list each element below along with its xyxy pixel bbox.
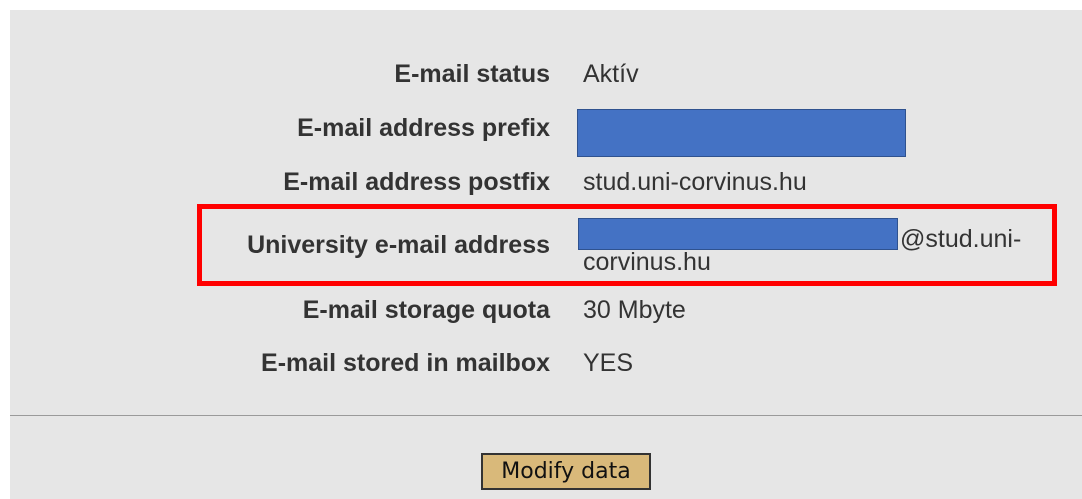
email-prefix-row: E-mail address prefix <box>10 109 1082 157</box>
stored-in-mailbox-value: YES <box>583 349 634 377</box>
email-postfix-value: stud.uni-corvinus.hu <box>583 168 807 196</box>
email-prefix-redaction <box>577 109 906 157</box>
stored-in-mailbox-label: E-mail stored in mailbox <box>261 349 550 377</box>
email-status-row: E-mail status Aktív <box>10 60 1082 100</box>
email-settings-panel: E-mail status Aktív E-mail address prefi… <box>10 10 1082 499</box>
email-postfix-row: E-mail address postfix stud.uni-corvinus… <box>10 168 1082 208</box>
storage-quota-label: E-mail storage quota <box>302 296 550 324</box>
highlight-box <box>197 204 1057 286</box>
email-postfix-label: E-mail address postfix <box>283 168 550 196</box>
modify-data-button[interactable]: Modify data <box>481 453 651 490</box>
storage-quota-row: E-mail storage quota 30 Mbyte <box>10 296 1082 336</box>
divider <box>10 415 1082 416</box>
email-prefix-label: E-mail address prefix <box>297 114 550 142</box>
storage-quota-value: 30 Mbyte <box>583 296 686 324</box>
email-status-value: Aktív <box>583 60 639 88</box>
stored-in-mailbox-row: E-mail stored in mailbox YES <box>10 349 1082 389</box>
email-status-label: E-mail status <box>394 60 550 88</box>
